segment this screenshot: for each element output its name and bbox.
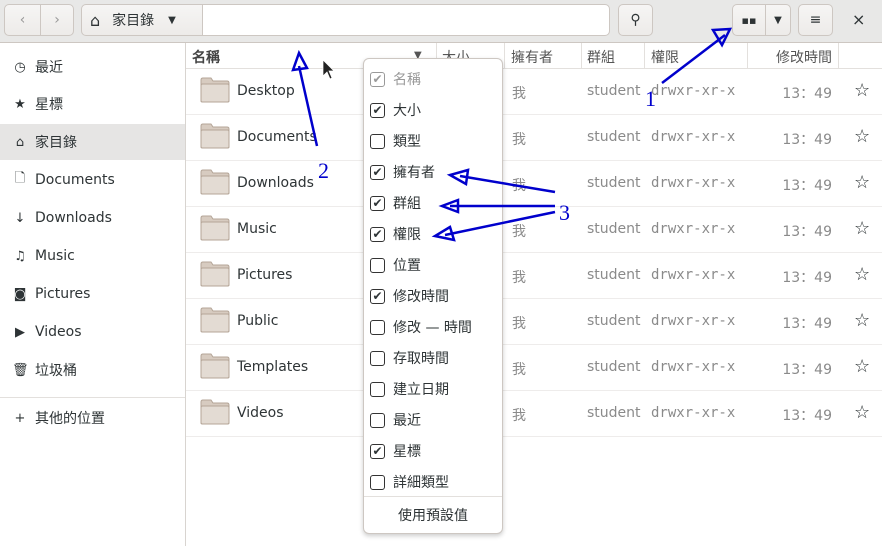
annotation-label-1: 1 [645, 86, 656, 111]
annotation-label-2: 2 [318, 158, 329, 183]
annotation-arrow-2 [297, 65, 319, 147]
annotation-arrow-3c [444, 210, 556, 237]
annotation-arrow-1 [661, 34, 726, 84]
annotation-label-3: 3 [559, 200, 570, 225]
mouse-cursor-icon [322, 59, 335, 80]
annotation-arrow-3a [459, 174, 556, 194]
annotation-overlay: 1 2 3 [291, 27, 733, 242]
